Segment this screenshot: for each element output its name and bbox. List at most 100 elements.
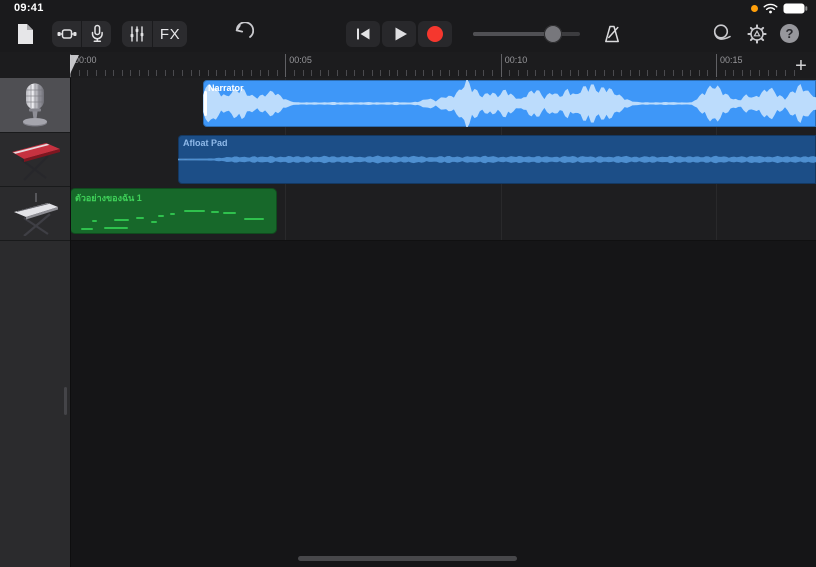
play-icon [388,23,410,45]
ruler-tick [87,70,88,76]
track-header-keys-2[interactable] [0,186,70,241]
ruler-major-tick [716,54,717,77]
midi-note [244,218,264,220]
ruler-tick [750,70,751,76]
region-label: Afloat Pad [183,138,228,148]
loop-browser-button[interactable] [708,21,734,47]
ruler-tick [527,70,528,76]
ruler-tick [389,70,390,76]
midi-note [170,213,175,215]
ruler-tick [415,70,416,76]
sliders-icon [127,24,147,44]
volume-slider-thumb[interactable] [544,25,562,43]
rewind-button[interactable] [346,21,380,47]
view-mic-segmented-control [52,21,111,47]
sample-midi-region[interactable]: ตัวอย่างของฉัน 1 [70,188,277,234]
afloat-pad-region[interactable]: Afloat Pad [178,135,816,184]
ruler-tick [552,70,553,76]
ruler-tick [475,70,476,76]
track-header-voice[interactable] [0,78,70,133]
ruler-tick [604,70,605,76]
ruler-tick [776,70,777,76]
garageband-app: 09:41 [0,0,816,567]
region-label: ตัวอย่างของฉัน 1 [75,191,142,205]
track-view-button[interactable] [52,21,81,47]
ruler-tick [699,70,700,76]
help-button[interactable]: ? [780,24,799,43]
ruler-tick [759,70,760,76]
undo-icon [230,22,254,46]
ruler-tick [621,70,622,76]
volume-slider[interactable] [473,32,580,36]
ruler-tick [768,70,769,76]
ruler-tick [337,70,338,76]
ruler-tick [673,70,674,76]
ruler-tick [294,70,295,76]
ruler-tick [492,70,493,76]
input-instrument-button[interactable] [82,21,111,47]
ruler-tick [397,70,398,76]
ruler-tick [130,70,131,76]
ruler-tick [234,70,235,76]
midi-note [136,217,144,219]
playhead[interactable] [70,55,80,75]
ruler-tick [466,70,467,76]
ruler-tick [182,70,183,76]
ruler-tick [346,70,347,76]
ruler-tick [570,70,571,76]
track-controls-button[interactable] [122,21,152,47]
track-header-column: + [0,78,71,567]
track-header-keys-1[interactable] [0,132,70,187]
fx-button[interactable]: FX [153,21,187,47]
trim-handle[interactable] [204,91,207,116]
narrator-region[interactable]: Narrator [203,80,816,127]
ruler-tick [785,70,786,76]
vertical-scrollbar[interactable] [64,387,67,415]
ruler-tick [320,70,321,76]
document-icon [17,23,34,45]
ruler-tick [458,70,459,76]
clock: 09:41 [14,2,44,14]
ruler-tick [208,70,209,76]
ruler-tick [251,70,252,76]
ruler-tick [191,70,192,76]
record-button[interactable] [418,21,452,47]
ruler-tick [199,70,200,76]
ruler-tick [423,70,424,76]
ruler-tick [595,70,596,76]
settings-button[interactable] [744,21,770,47]
ruler-tick [242,70,243,76]
ruler-tick [664,70,665,76]
metronome-button[interactable] [599,21,625,47]
ruler-tick [535,70,536,76]
ruler-tick [578,70,579,76]
ruler-tick [690,70,691,76]
time-ruler[interactable]: + 00:0000:0500:1000:15 [0,52,816,79]
microphone-icon [86,23,108,45]
horizontal-scrollbar[interactable] [298,556,517,561]
midi-note [92,220,97,222]
ruler-tick [449,70,450,76]
ruler-tick [733,70,734,76]
ruler-tick [328,70,329,76]
my-songs-button[interactable] [14,20,36,48]
ruler-time-label: 00:05 [289,55,312,65]
ruler-tick [742,70,743,76]
ruler-tick [725,70,726,76]
volume-slider-fill [473,32,553,36]
ruler-tick [509,70,510,76]
ruler-tick [639,70,640,76]
status-icons [751,3,808,14]
ruler-tick [656,70,657,76]
ruler-tick [432,70,433,76]
battery-icon [783,3,808,14]
play-button[interactable] [382,21,416,47]
midi-note [184,210,205,212]
ruler-tick [277,70,278,76]
undo-button[interactable] [228,21,256,47]
transport-controls [346,21,452,47]
afloat-pad-waveform [178,135,816,184]
ruler-tick [561,70,562,76]
ruler-tick [707,70,708,76]
ruler-tick [794,70,795,76]
